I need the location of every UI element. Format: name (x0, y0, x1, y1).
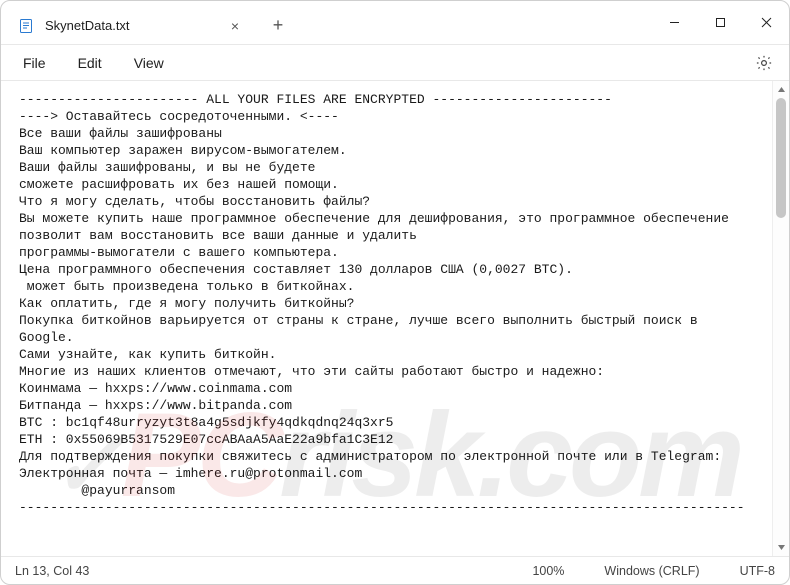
text-content[interactable]: ----------------------- ALL YOUR FILES A… (1, 81, 772, 556)
menubar: File Edit View (1, 45, 789, 81)
minimize-button[interactable] (651, 1, 697, 44)
tab-title: SkynetData.txt (45, 18, 215, 33)
window-controls (651, 1, 789, 44)
tab-strip: SkynetData.txt × + (1, 1, 295, 44)
close-tab-button[interactable]: × (225, 16, 245, 36)
close-window-button[interactable] (743, 1, 789, 44)
scrollbar-track[interactable] (773, 98, 789, 539)
scroll-up-button[interactable] (773, 81, 789, 98)
menu-file[interactable]: File (11, 51, 58, 75)
notepad-window: SkynetData.txt × + File Edit View (0, 0, 790, 585)
scroll-down-button[interactable] (773, 539, 789, 556)
menu-edit[interactable]: Edit (66, 51, 114, 75)
status-zoom[interactable]: 100% (532, 564, 564, 578)
menu-view[interactable]: View (122, 51, 176, 75)
settings-button[interactable] (749, 48, 779, 78)
gear-icon (755, 54, 773, 72)
editor-area: ----------------------- ALL YOUR FILES A… (1, 81, 789, 556)
maximize-button[interactable] (697, 1, 743, 44)
status-line-ending[interactable]: Windows (CRLF) (604, 564, 699, 578)
notepad-file-icon (17, 17, 35, 35)
status-position: Ln 13, Col 43 (15, 564, 89, 578)
status-encoding[interactable]: UTF-8 (740, 564, 775, 578)
scrollbar-thumb[interactable] (776, 98, 786, 218)
tab-skynetdata[interactable]: SkynetData.txt × (13, 8, 255, 44)
new-tab-button[interactable]: + (261, 9, 295, 43)
vertical-scrollbar[interactable] (772, 81, 789, 556)
titlebar: SkynetData.txt × + (1, 1, 789, 45)
statusbar: Ln 13, Col 43 100% Windows (CRLF) UTF-8 (1, 556, 789, 584)
